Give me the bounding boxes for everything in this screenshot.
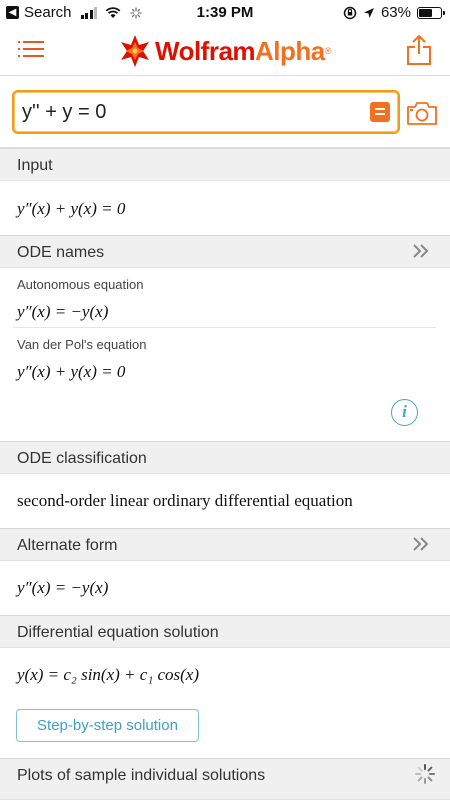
pod-title-input-text: Input [17,157,53,174]
camera-icon[interactable] [406,100,438,126]
solution-result[interactable]: y(x) = c₂ sin(x) + c₁ cos(x) [17,665,199,685]
share-icon[interactable] [406,34,432,66]
logo-wolfram-text: Wolfram [155,35,256,66]
pod-title-ode-classification: ODE classification [0,441,450,474]
registered-mark: ® [324,46,332,56]
pod-title-ode-names: ODE names [0,235,450,268]
status-right: 63% [343,4,445,21]
pod-title-ode-classification-text: ODE classification [17,450,147,467]
ode-name-label: Autonomous equation [17,277,144,292]
pod-title-solution-text: Differential equation solution [17,624,219,641]
battery-icon [417,6,445,19]
step-by-step-button[interactable]: Step-by-step solution [16,709,199,742]
search-row [0,76,450,148]
classification-result[interactable]: second-order linear ordinary differentia… [17,491,353,511]
pod-title-ode-names-text: ODE names [17,244,105,261]
wolfram-alpha-logo: Wolfram Alpha ® [118,34,331,68]
subpod-divider [13,327,436,328]
app-header: Wolfram Alpha ® [0,26,450,76]
pod-title-solution: Differential equation solution [0,615,450,648]
input-result[interactable]: y″(x) + y(x) = 0 [17,199,125,219]
lock-rotation-icon [343,6,357,19]
alternate-form-result[interactable]: y″(x) = −y(x) [17,578,108,598]
status-bar: ◀ Search 1:39 PM 63% [0,0,450,26]
chevron-double-right-icon[interactable] [412,243,430,259]
pod-title-input: Input [0,148,450,181]
location-icon [363,7,374,18]
info-icon[interactable]: i [391,399,418,426]
equals-icon[interactable] [370,102,390,122]
battery-percent: 63% [380,4,411,21]
menu-icon[interactable] [18,41,44,59]
ode-name-label: Van der Pol's equation [17,337,147,352]
chevron-double-right-icon[interactable] [412,536,430,552]
search-box[interactable] [12,90,400,134]
battery-fill [419,8,433,17]
pod-title-plots-text: Plots of sample individual solutions [17,767,266,784]
pod-title-plots: Plots of sample individual solutions [0,758,450,800]
logo-alpha-text: Alpha [255,35,325,66]
pod-title-alternate-form-text: Alternate form [17,537,118,554]
ode-name-result[interactable]: y″(x) = −y(x) [17,302,108,322]
pod-title-alternate-form: Alternate form [0,528,450,561]
ode-name-result[interactable]: y″(x) + y(x) = 0 [17,362,125,382]
search-input[interactable] [22,100,362,124]
wolfram-star-icon [121,35,149,67]
spinner-icon [415,764,435,784]
